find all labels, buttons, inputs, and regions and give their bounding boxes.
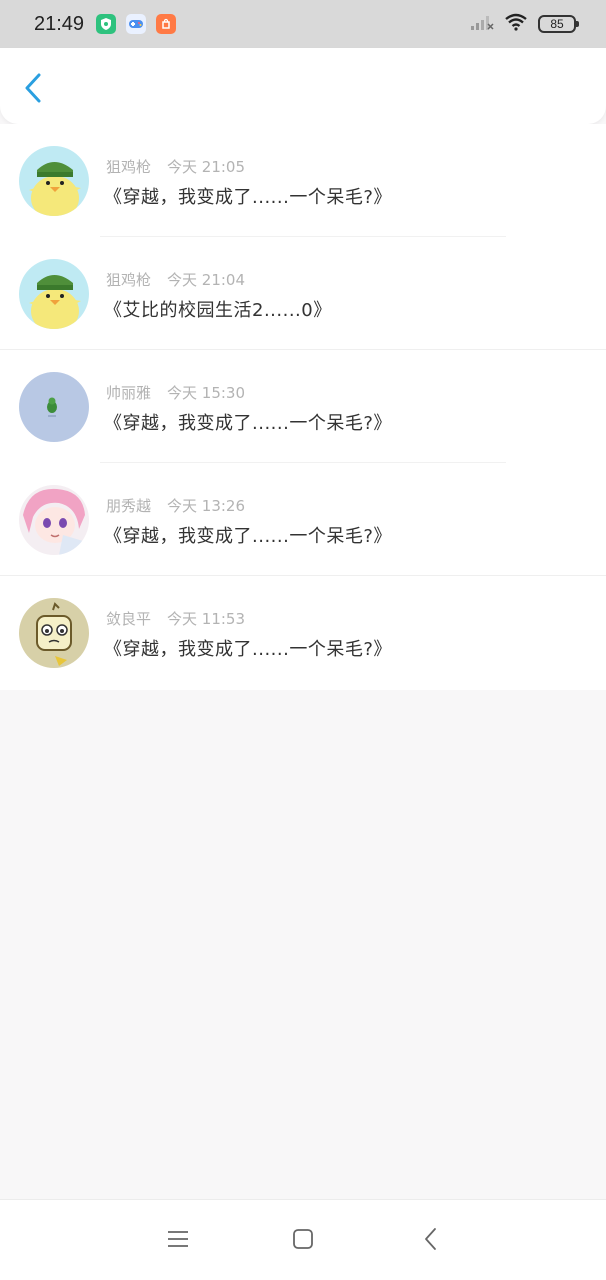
book-title[interactable]: 《穿越，我变成了......一个呆毛?》	[104, 409, 392, 435]
book-title[interactable]: 《艾比的校园生活2......0》	[104, 296, 332, 322]
signal-icon	[470, 13, 494, 35]
home-button[interactable]	[290, 1228, 316, 1254]
shield-app-icon	[96, 14, 117, 34]
duck-avatar	[19, 259, 89, 329]
book-title[interactable]: 《穿越，我变成了......一个呆毛?》	[104, 183, 392, 209]
username[interactable]: 敛良平	[106, 608, 151, 629]
list-item[interactable]: 朋秀越 今天 13:26 《穿越，我变成了......一个呆毛?》	[0, 463, 606, 576]
list-item[interactable]: 敛良平 今天 11:53 《穿越，我变成了......一个呆毛?》	[0, 576, 606, 689]
list-item[interactable]: 狙鸡枪 今天 21:05 《穿越，我变成了......一个呆毛?》	[0, 124, 606, 237]
wifi-icon	[504, 13, 528, 35]
comment-list: 狙鸡枪 今天 21:05 《穿越，我变成了......一个呆毛?》 狙鸡枪 今天…	[0, 124, 606, 690]
username[interactable]: 帅丽雅	[106, 382, 151, 403]
home-square-icon	[292, 1228, 314, 1254]
list-item[interactable]: 帅丽雅 今天 15:30 《穿越，我变成了......一个呆毛?》	[0, 350, 606, 463]
avatar[interactable]	[19, 146, 89, 216]
menu-icon	[167, 1230, 189, 1252]
book-title[interactable]: 《穿越，我变成了......一个呆毛?》	[104, 635, 392, 661]
cartoon-avatar	[19, 598, 89, 668]
duck-avatar	[19, 146, 89, 216]
timestamp: 今天 13:26	[167, 497, 246, 515]
timestamp: 今天 11:53	[167, 610, 246, 628]
bird-avatar	[19, 372, 89, 442]
battery-indicator: 85	[538, 15, 579, 33]
username[interactable]: 狙鸡枪	[106, 269, 151, 290]
header	[0, 48, 606, 124]
avatar[interactable]	[19, 259, 89, 329]
avatar[interactable]	[19, 598, 89, 668]
status-bar: 21:49 85	[0, 0, 606, 48]
avatar[interactable]	[19, 372, 89, 442]
username[interactable]: 狙鸡枪	[106, 156, 151, 177]
timestamp: 今天 21:04	[167, 271, 246, 289]
system-back-button[interactable]	[418, 1228, 444, 1254]
book-title[interactable]: 《穿越，我变成了......一个呆毛?》	[104, 522, 392, 548]
mi-store-app-icon	[156, 14, 177, 34]
anime-girl-avatar	[19, 485, 89, 555]
system-nav-bar	[0, 1199, 606, 1280]
chevron-left-icon	[23, 72, 43, 108]
timestamp: 今天 15:30	[167, 384, 246, 402]
game-app-icon	[126, 14, 147, 34]
timestamp: 今天 21:05	[167, 158, 246, 176]
menu-button[interactable]	[165, 1228, 191, 1254]
back-chevron-icon	[424, 1227, 438, 1255]
list-item[interactable]: 狙鸡枪 今天 21:04 《艾比的校园生活2......0》	[0, 237, 606, 350]
status-time: 21:49	[34, 12, 85, 35]
avatar[interactable]	[19, 485, 89, 555]
username[interactable]: 朋秀越	[106, 495, 151, 516]
back-button[interactable]	[18, 72, 48, 108]
